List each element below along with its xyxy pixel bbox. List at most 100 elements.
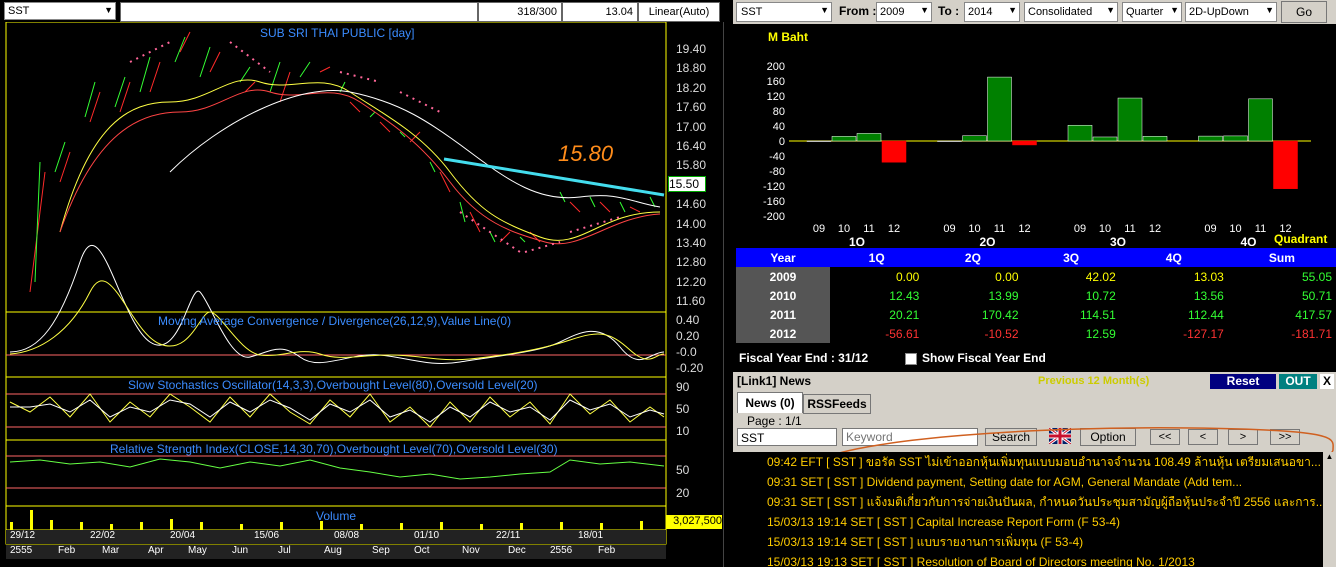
x-tick-label: 10 xyxy=(968,223,980,235)
symbol-select[interactable]: SST ▼ xyxy=(736,2,832,22)
y-tick-label: -160 xyxy=(763,196,785,208)
chevron-down-icon: ▼ xyxy=(1265,5,1274,15)
chevron-down-icon: ▼ xyxy=(1106,5,1115,15)
value-cell: 12.43 xyxy=(830,286,924,305)
column-header: 2Q xyxy=(964,250,981,265)
axis-label: 14.00 xyxy=(676,216,707,231)
out-button[interactable]: OUT xyxy=(1279,374,1317,389)
fiscal-value: : 31/12 xyxy=(830,351,869,365)
macd-axis-label: 0.20 xyxy=(676,329,700,343)
header-blank xyxy=(120,2,478,22)
bar xyxy=(806,140,832,142)
volume-readout: 3,027,500 xyxy=(666,515,722,529)
price-chart-canvas[interactable] xyxy=(0,22,724,567)
bar xyxy=(1273,140,1298,189)
table-row: 2011 20.21 170.42 114.51 112.44 417.57 xyxy=(736,305,1336,324)
sar-dots xyxy=(129,41,621,253)
news-list[interactable]: 09:42 EFT [ SST ] ขอรัด SST ไม่เข้าออกหุ… xyxy=(733,452,1323,567)
price-annotation: 15.80 xyxy=(558,141,614,166)
macd-title: Moving Average Convergence / Divergence(… xyxy=(158,314,512,328)
stochastic-axis-label: 10 xyxy=(676,424,690,438)
month-label: Feb xyxy=(58,545,76,556)
x-tick-label: 12 xyxy=(1149,223,1161,235)
statement-mode-select[interactable]: Consolidated ▼ xyxy=(1024,2,1118,22)
news-item[interactable]: 15/03/13 19:14 SET [ SST ] Capital Incre… xyxy=(733,512,1323,532)
period-select[interactable]: Quarter ▼ xyxy=(1122,2,1182,22)
tab-rss-feeds[interactable]: RSSFeeds xyxy=(803,394,871,414)
axis-label: 15.80 xyxy=(676,158,707,173)
y-tick-label: 120 xyxy=(767,91,785,103)
date-label: 15/06 xyxy=(254,530,280,541)
axis-label: 18.20 xyxy=(676,80,707,95)
reset-button[interactable]: Reset xyxy=(1210,374,1276,389)
x-tick-label: 12 xyxy=(1018,223,1030,235)
news-item[interactable]: 15/03/13 19:14 SET [ SST ] แบบรายงานการเ… xyxy=(733,532,1323,552)
news-item[interactable]: 09:31 SET [ SST ] แจ้งมติเกี่ยวกับการจ่า… xyxy=(733,492,1323,512)
macd-axis-label: -0.0 xyxy=(676,345,697,359)
axis-label: 18.80 xyxy=(676,61,707,76)
y-tick-label: -200 xyxy=(763,211,785,223)
table-row: 2012 -56.61 -10.52 12.59 -127.17 -181.71 xyxy=(736,324,1336,343)
value-cell: 112.44 xyxy=(1119,305,1228,324)
year-cell: 2011 xyxy=(736,305,830,324)
value-cell: 10.72 xyxy=(1022,286,1120,305)
go-button[interactable]: Go xyxy=(1281,1,1327,23)
bar xyxy=(1012,140,1037,146)
view-select[interactable]: 2D-UpDown ▼ xyxy=(1185,2,1277,22)
chevron-down-icon: ▼ xyxy=(820,5,829,15)
news-item[interactable]: 09:31 SET [ SST ] Dividend payment, Sett… xyxy=(733,472,1323,492)
bar xyxy=(881,140,907,163)
rsi-axis-label: 50 xyxy=(676,463,690,477)
x-tick-label: 10 xyxy=(1099,223,1111,235)
month-axis: 2555 Feb Mar Apr May Jun Jul Aug Sep Oct… xyxy=(6,545,666,559)
month-label: Oct xyxy=(414,545,430,556)
date-label: 20/04 xyxy=(170,530,196,541)
from-select[interactable]: 2009 ▼ xyxy=(876,2,932,22)
value-cell: -181.71 xyxy=(1227,324,1336,343)
tab-news[interactable]: News (0) xyxy=(737,392,803,413)
to-select[interactable]: 2014 ▼ xyxy=(964,2,1020,22)
value-cell: 12.59 xyxy=(1022,324,1120,343)
count-readout: 318/300 xyxy=(478,2,562,22)
month-label: Aug xyxy=(324,545,342,556)
year-cell: 2012 xyxy=(736,324,830,343)
news-item[interactable]: 15/03/13 19:13 SET [ SST ] Resolution of… xyxy=(733,552,1323,567)
bar xyxy=(831,136,857,142)
x-tick-label: 11 xyxy=(1255,223,1266,235)
quarter-label: 2Q xyxy=(979,235,995,246)
show-fiscal-checkbox[interactable] xyxy=(905,353,917,365)
column-header: 4Q xyxy=(1165,250,1182,265)
news-item[interactable]: 09:42 EFT [ SST ] ขอรัด SST ไม่เข้าออกหุ… xyxy=(733,452,1323,472)
date-label: 08/08 xyxy=(334,530,360,541)
date-label: 18/01 xyxy=(578,530,604,541)
x-tick-label: 10 xyxy=(838,223,850,235)
quarterly-bar-chart[interactable]: 200 160 120 80 40 0 -40 -80 -120 -160 -200 09 10 11 12… xyxy=(733,30,1336,246)
close-icon[interactable]: X xyxy=(1320,374,1334,389)
volume-title: Volume xyxy=(316,509,357,523)
axis-label: 13.40 xyxy=(676,235,707,250)
trend-line[interactable] xyxy=(443,157,665,197)
bar xyxy=(937,140,962,142)
bar xyxy=(1223,135,1248,142)
news-scrollbar[interactable]: ▲ xyxy=(1323,452,1336,567)
y-tick-label: -80 xyxy=(769,166,785,178)
chevron-down-icon: ▼ xyxy=(1170,5,1179,15)
value-cell: 55.05 xyxy=(1227,267,1336,286)
chart-title: SUB SRI THAI PUBLIC [day] xyxy=(260,26,415,40)
x-tick-label: 09 xyxy=(943,223,955,235)
axis-label: 14.60 xyxy=(676,197,707,212)
rsi-line xyxy=(9,458,665,480)
date-axis: 29/12 22/02 20/04 15/06 08/08 01/10 22/1… xyxy=(6,530,666,544)
macd-line xyxy=(9,244,665,364)
period-value: Quarter xyxy=(1126,6,1164,18)
scale-mode[interactable]: Linear(Auto) xyxy=(638,2,720,22)
bar xyxy=(987,76,1012,142)
axis-label: 19.40 xyxy=(676,42,707,56)
stochastic-axis-label: 50 xyxy=(676,402,690,416)
stochastic-title: Slow Stochastics Oscillator(14,3,3),Over… xyxy=(128,378,538,392)
chevron-down-icon: ▼ xyxy=(1008,5,1017,15)
news-window: [Link1] News Previous 12 Month(s) Reset … xyxy=(733,372,1336,567)
scroll-up-icon[interactable]: ▲ xyxy=(1323,452,1336,461)
last-price-tag: 15.50 xyxy=(668,176,706,192)
symbol-select[interactable]: SST ▼ xyxy=(4,2,116,20)
